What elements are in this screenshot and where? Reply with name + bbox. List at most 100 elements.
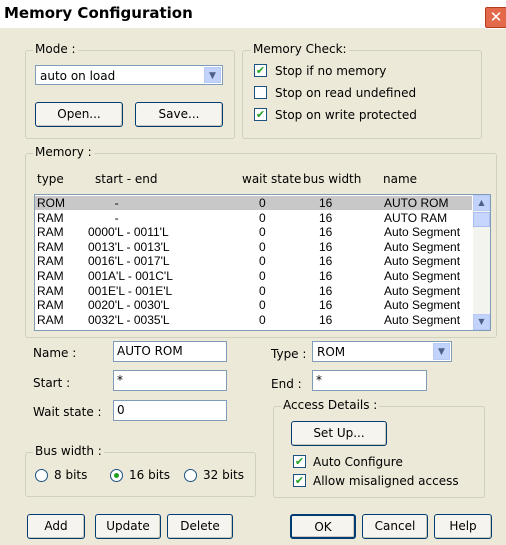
cell-type: RAM — [37, 254, 64, 269]
auto-configure-checkbox[interactable]: ✔ — [293, 455, 306, 468]
column-header-wait-state[interactable]: wait state — [242, 172, 301, 186]
cell-name: Auto Segment — [384, 239, 461, 254]
table-row[interactable]: RAM 0013'L - 0013'L 0 16 Auto Segment — [35, 240, 472, 254]
cell-range: 0016'L - 0017'L — [88, 254, 170, 269]
cell-range: - — [88, 196, 119, 210]
end-input[interactable]: * — [312, 370, 427, 391]
cell-bus-width: 16 — [319, 283, 333, 298]
scroll-up-icon[interactable]: ▲ — [473, 195, 490, 211]
cell-wait-state: 0 — [259, 298, 266, 313]
memory-check-legend: Memory Check: — [251, 42, 349, 56]
ok-button[interactable]: OK — [290, 514, 356, 539]
type-select-value: ROM — [317, 345, 346, 359]
delete-button[interactable]: Delete — [167, 514, 233, 539]
cell-bus-width: 16 — [319, 312, 333, 327]
cell-bus-width: 16 — [319, 225, 333, 240]
memory-check-checkbox[interactable] — [254, 86, 267, 99]
memory-check-label[interactable]: Stop on read undefined — [275, 86, 416, 100]
cell-wait-state: 0 — [259, 254, 266, 269]
memory-check-checkbox[interactable]: ✔ — [254, 64, 267, 77]
access-details-legend: Access Details : — [281, 398, 380, 412]
cell-name: Auto Segment — [384, 312, 461, 327]
memory-check-label[interactable]: Stop if no memory — [275, 64, 386, 78]
cell-type: RAM — [37, 298, 64, 313]
open-button[interactable]: Open... — [35, 102, 123, 127]
cell-bus-width: 16 — [319, 269, 333, 283]
update-button[interactable]: Update — [95, 514, 161, 539]
wait-state-input[interactable]: 0 — [113, 400, 227, 421]
add-button[interactable]: Add — [27, 514, 85, 539]
cell-wait-state: 0 — [259, 210, 266, 225]
cell-range: 0013'L - 0013'L — [88, 239, 170, 254]
cell-name: Auto Segment — [384, 225, 461, 240]
cell-name: Auto Segment — [384, 298, 461, 313]
table-row[interactable]: RAM - 0 16 AUTO RAM — [35, 211, 472, 225]
cancel-button[interactable]: Cancel — [362, 514, 428, 539]
name-input[interactable]: AUTO ROM — [113, 341, 227, 362]
column-header-type[interactable]: type — [37, 172, 64, 186]
cell-type: RAM — [37, 225, 64, 240]
cell-range: 0032'L - 0035'L — [88, 312, 170, 327]
cell-range: 001E'L - 001E'L — [88, 283, 173, 298]
cell-wait-state: 0 — [259, 196, 266, 210]
type-select[interactable]: ROM ▼ — [312, 341, 452, 362]
save-button[interactable]: Save... — [135, 102, 223, 127]
table-row[interactable]: RAM 0000'L - 0011'L 0 16 Auto Segment — [35, 225, 472, 239]
bus-width-radio[interactable] — [184, 469, 197, 482]
memory-check-label[interactable]: Stop on write protected — [275, 108, 417, 122]
cell-bus-width: 16 — [319, 210, 333, 225]
close-button[interactable]: ✕ — [484, 6, 506, 29]
auto-configure-label[interactable]: Auto Configure — [313, 455, 403, 469]
bus-width-label[interactable]: 8 bits — [54, 468, 87, 482]
table-row[interactable]: RAM 0032'L - 0035'L 0 16 Auto Segment — [35, 313, 472, 327]
mode-select[interactable]: auto on load ▼ — [35, 65, 223, 85]
misaligned-access-label[interactable]: Allow misaligned access — [313, 474, 459, 488]
cell-wait-state: 0 — [259, 283, 266, 298]
cell-bus-width: 16 — [319, 239, 333, 254]
cell-type: ROM — [37, 196, 65, 210]
table-row[interactable]: RAM 001A'L - 001C'L 0 16 Auto Segment — [35, 269, 472, 283]
cell-bus-width: 16 — [319, 196, 333, 210]
help-button[interactable]: Help — [434, 514, 492, 539]
cell-name: AUTO ROM — [384, 196, 449, 210]
bus-width-radio[interactable] — [110, 469, 123, 482]
memory-check-checkbox[interactable]: ✔ — [254, 108, 267, 121]
cell-name: AUTO RAM — [384, 210, 448, 225]
chevron-down-icon[interactable]: ▼ — [433, 343, 450, 360]
bus-width-label[interactable]: 16 bits — [129, 468, 170, 482]
memory-table[interactable]: ROM - 0 16 AUTO ROM RAM - 0 16 AUTO RAM RAM 0000'… — [34, 194, 491, 331]
misaligned-access-checkbox[interactable]: ✔ — [293, 474, 306, 487]
bus-width-legend: Bus width : — [33, 444, 104, 458]
cell-name: Auto Segment — [384, 269, 461, 283]
table-row[interactable]: RAM 001E'L - 001E'L 0 16 Auto Segment — [35, 284, 472, 298]
cell-type: RAM — [37, 312, 64, 327]
cell-type: RAM — [37, 210, 64, 225]
cell-name: Auto Segment — [384, 283, 461, 298]
wait-state-label: Wait state : — [33, 405, 102, 419]
column-header-name[interactable]: name — [383, 172, 417, 186]
column-header-bus-width[interactable]: bus width — [303, 172, 361, 186]
cell-bus-width: 16 — [319, 298, 333, 313]
table-row[interactable]: RAM 0020'L - 0030'L 0 16 Auto Segment — [35, 298, 472, 312]
scroll-down-icon[interactable]: ▼ — [473, 314, 490, 330]
cell-bus-width: 16 — [319, 254, 333, 269]
type-label: Type : — [271, 347, 307, 361]
close-icon: ✕ — [489, 8, 503, 26]
scroll-thumb[interactable] — [473, 212, 490, 227]
setup-button[interactable]: Set Up... — [291, 421, 387, 446]
mode-legend: Mode : — [33, 42, 78, 56]
cell-wait-state: 0 — [259, 269, 266, 283]
column-header-start-end[interactable]: start - end — [95, 172, 158, 186]
table-row[interactable]: ROM - 0 16 AUTO ROM — [35, 196, 472, 210]
table-row[interactable]: RAM 0016'L - 0017'L 0 16 Auto Segment — [35, 254, 472, 268]
chevron-down-icon[interactable]: ▼ — [204, 67, 221, 83]
window-title: Memory Configuration — [4, 4, 193, 22]
cell-wait-state: 0 — [259, 239, 266, 254]
bus-width-radio[interactable] — [35, 469, 48, 482]
memory-table-scrollbar[interactable]: ▲ ▼ — [473, 195, 490, 330]
start-input[interactable]: * — [113, 370, 227, 391]
cell-range: - — [88, 210, 119, 225]
start-label: Start : — [33, 376, 71, 390]
name-label: Name : — [33, 346, 77, 360]
bus-width-label[interactable]: 32 bits — [203, 468, 244, 482]
